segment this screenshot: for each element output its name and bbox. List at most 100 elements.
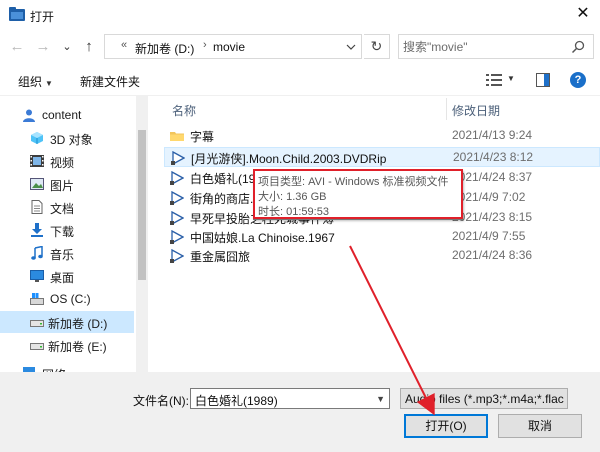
sidebar-item-label: 音乐 [50,248,75,262]
file-row[interactable]: 重金属囧旅 2021/4/24 8:36 [164,246,600,266]
sidebar-item-downloads[interactable]: 下载 [0,219,134,241]
file-date: 2021/4/23 8:12 [453,150,534,164]
file-row[interactable]: 中国姑娘.La Chinoise.1967 2021/4/9 7:55 [164,227,600,247]
breadcrumb-separator[interactable]: › [203,39,207,51]
file-date: 2021/4/13 9:24 [452,128,533,142]
sidebar-item-videos[interactable]: 视频 [0,150,134,172]
command-bar: 组织 ▼ 新建文件夹 ▼ ? [0,64,600,96]
sidebar-item-label: 视频 [50,156,75,170]
file-name: 街角的商店.1 [190,192,261,206]
filename-label: 文件名(N): [133,394,189,408]
view-options-icon[interactable] [486,73,502,87]
organize-menu[interactable]: 组织 ▼ [18,73,53,90]
up-button[interactable]: ↑ [78,36,100,58]
file-name: 白色婚礼(19 [190,172,256,186]
new-folder-button[interactable]: 新建文件夹 [80,73,140,90]
back-button[interactable]: ← [6,36,28,58]
column-header-date[interactable]: 修改日期 [452,102,500,119]
organize-label: 组织 [18,75,43,89]
help-icon[interactable]: ? [570,72,586,88]
sidebar-item-os-c[interactable]: OS (C:) [0,288,134,310]
file-row[interactable]: 字幕 2021/4/13 9:24 [164,126,600,146]
video-file-icon [170,249,184,263]
caret-down-icon: ▼ [45,79,53,88]
file-name: [月光游侠].Moon.Child.2003.DVDRip [191,152,387,166]
title-bar: 打开 ✕ [0,0,600,30]
refresh-button[interactable]: ↻ [364,34,390,59]
documents-icon [31,200,43,214]
video-file-icon [170,171,184,185]
filetype-value: Audio files (*.mp3;*.m4a;*.flac [405,392,564,406]
filetype-select[interactable]: Audio files (*.mp3;*.m4a;*.flac [400,388,568,409]
sidebar-scrollbar-thumb[interactable] [138,130,146,280]
sidebar-item-pictures[interactable]: 图片 [0,173,134,195]
chevron-down-icon[interactable] [345,41,357,53]
file-list: 名称 修改日期 字幕 2021/4/13 9:24 [月光游侠].Moon.Ch… [150,96,600,372]
column-header-name[interactable]: 名称 [172,102,196,119]
folder-icon [170,132,184,141]
sidebar-item-drive-d[interactable]: 新加卷 (D:) [0,311,134,333]
sidebar-item-label: 文档 [50,202,75,216]
file-date: 2021/4/9 7:02 [452,190,526,204]
file-name: 字幕 [190,130,215,144]
file-date: 2021/4/23 8:15 [452,210,533,224]
video-icon [30,155,44,167]
sidebar-item-content[interactable]: content [0,104,134,126]
window-title: 打开 [30,10,55,24]
navigation-bar: ← → ⌄ ↑ « 新加卷 (D:) › movie ↻ [0,30,600,64]
video-file-icon [170,211,184,225]
sidebar-item-label: 桌面 [50,271,75,285]
folder-app-icon [9,7,25,21]
sidebar-item-label: 新加卷 (D:) [48,317,108,331]
sidebar-item-drive-e[interactable]: 新加卷 (E:) [0,334,134,356]
recent-locations-button[interactable]: ⌄ [56,36,78,58]
desktop-icon [30,270,44,282]
sidebar-item-network[interactable]: 网络 [0,362,134,372]
download-icon [31,223,43,237]
sidebar-item-3d-objects[interactable]: 3D 对象 [0,127,134,149]
chevron-down-icon[interactable]: ▼ [376,394,385,404]
file-date: 2021/4/9 7:55 [452,229,526,243]
navigation-pane: content 3D 对象 视频 图片 文档 下载 音乐 桌面 OS (C:) … [0,96,148,372]
drive-icon [30,320,44,327]
dialog-footer: 文件名(N): 白色婚礼(1989) ▼ Audio files (*.mp3;… [0,372,600,452]
column-divider[interactable] [446,98,447,120]
music-icon [31,246,43,260]
breadcrumb-movie[interactable]: movie [213,40,245,54]
cube-3d-icon [31,132,43,144]
video-file-icon [170,191,184,205]
video-file-icon [170,230,184,244]
view-options-caret[interactable]: ▼ [507,74,515,83]
video-file-icon [171,151,185,165]
address-bar[interactable]: « 新加卷 (D:) › movie [104,34,362,59]
file-name: 中国姑娘.La Chinoise.1967 [190,231,335,245]
forward-button[interactable]: → [32,36,54,58]
cancel-button[interactable]: 取消 [498,414,582,438]
file-date: 2021/4/24 8:36 [452,248,533,262]
close-button[interactable]: ✕ [570,2,596,26]
sidebar-item-label: 新加卷 (E:) [48,340,107,354]
breadcrumb-drive-d[interactable]: 新加卷 (D:) [135,40,194,57]
open-button[interactable]: 打开(O) [404,414,488,438]
user-icon [23,109,35,122]
address-overflow-chevron[interactable]: « [121,39,127,51]
file-date: 2021/4/24 8:37 [452,170,533,184]
filename-value: 白色婚礼(1989) [195,394,278,408]
file-name: 重金属囧旅 [190,250,251,264]
sidebar-item-documents[interactable]: 文档 [0,196,134,218]
sidebar-item-label: 3D 对象 [50,133,93,147]
windows-drive-icon [30,293,44,305]
annotation-highlight-box [253,169,463,219]
preview-pane-icon[interactable] [536,73,550,87]
filename-input[interactable]: 白色婚礼(1989) ▼ [190,388,390,409]
sidebar-item-music[interactable]: 音乐 [0,242,134,264]
search-icon [571,40,585,54]
search-input[interactable] [403,38,563,56]
search-box[interactable] [398,34,594,59]
sidebar-item-desktop[interactable]: 桌面 [0,265,134,287]
sidebar-item-label: content [42,108,82,122]
pictures-icon [30,178,44,190]
file-row[interactable]: [月光游侠].Moon.Child.2003.DVDRip 2021/4/23 … [164,147,600,167]
sidebar-item-label: OS (C:) [50,292,91,306]
drive-icon [30,343,44,350]
